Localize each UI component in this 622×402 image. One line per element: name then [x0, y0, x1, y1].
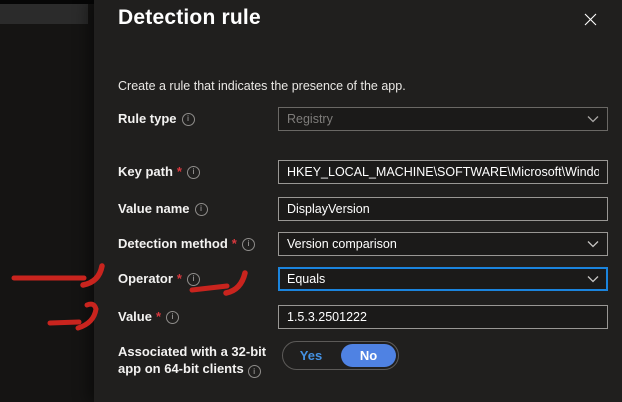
rule-type-value: Registry: [287, 112, 581, 126]
assoc-32bit-toggle[interactable]: Yes No: [282, 341, 399, 370]
required-marker: *: [156, 309, 161, 325]
info-icon[interactable]: i: [187, 273, 200, 286]
field-row-assoc-32bit: Associated with a 32-bit app on 64-bit c…: [118, 341, 608, 378]
key-path-label: Key path * i: [118, 164, 278, 180]
value-label: Value * i: [118, 309, 278, 325]
info-glyph: i: [193, 271, 195, 287]
field-row-operator: Operator * i Equals: [118, 267, 608, 291]
page-backdrop-toolbar: [0, 4, 88, 24]
info-glyph: i: [200, 201, 202, 217]
value-name-label: Value name i: [118, 201, 278, 217]
screenshot-root: { "panel": { "title": "Detection rule", …: [0, 0, 622, 402]
detection-method-label: Detection method * i: [118, 236, 278, 252]
page-title: Detection rule: [118, 6, 261, 30]
value-name-input[interactable]: [278, 197, 608, 221]
operator-label-text: Operator: [118, 271, 173, 287]
rule-type-label: Rule type i: [118, 111, 278, 127]
page-backdrop: [0, 0, 94, 402]
operator-label: Operator * i: [118, 271, 278, 287]
required-marker: *: [232, 236, 237, 252]
info-icon[interactable]: i: [166, 311, 179, 324]
info-glyph: i: [247, 236, 249, 252]
close-icon: [584, 13, 597, 26]
detection-method-label-text: Detection method: [118, 236, 228, 252]
field-row-key-path: Key path * i: [118, 160, 608, 184]
panel-description: Create a rule that indicates the presenc…: [118, 79, 406, 93]
rule-type-label-text: Rule type: [118, 111, 177, 127]
rule-type-dropdown[interactable]: Registry: [278, 107, 608, 131]
operator-value: Equals: [287, 272, 581, 286]
value-label-text: Value: [118, 309, 152, 325]
detection-method-value: Version comparison: [287, 237, 581, 251]
toggle-option-no[interactable]: No: [341, 344, 396, 367]
value-input[interactable]: [278, 305, 608, 329]
info-icon[interactable]: i: [187, 166, 200, 179]
detection-method-dropdown[interactable]: Version comparison: [278, 232, 608, 256]
field-row-detection-method: Detection method * i Version comparison: [118, 232, 608, 256]
assoc-32bit-label: Associated with a 32-bit app on 64-bit c…: [118, 341, 278, 378]
chevron-down-icon: [587, 240, 599, 248]
info-icon[interactable]: i: [242, 238, 255, 251]
required-marker: *: [177, 271, 182, 287]
field-row-value: Value * i: [118, 305, 608, 329]
required-marker: *: [177, 164, 182, 180]
key-path-label-text: Key path: [118, 164, 173, 180]
operator-dropdown[interactable]: Equals: [278, 267, 608, 291]
info-glyph: i: [253, 363, 255, 380]
field-row-rule-type: Rule type i Registry: [118, 107, 608, 131]
info-glyph: i: [187, 111, 189, 127]
info-icon[interactable]: i: [182, 113, 195, 126]
assoc-32bit-label-text: Associated with a 32-bit app on 64-bit c…: [118, 344, 266, 376]
info-glyph: i: [172, 309, 174, 325]
chevron-down-icon: [587, 115, 599, 123]
toggle-option-yes[interactable]: Yes: [283, 342, 339, 369]
value-name-label-text: Value name: [118, 201, 190, 217]
chevron-down-icon: [587, 275, 599, 283]
key-path-input[interactable]: [278, 160, 608, 184]
info-glyph: i: [193, 164, 195, 180]
close-button[interactable]: [582, 11, 598, 27]
detection-rule-panel: Detection rule Create a rule that indica…: [94, 0, 622, 402]
field-row-value-name: Value name i: [118, 197, 608, 221]
info-icon[interactable]: i: [248, 365, 261, 378]
info-icon[interactable]: i: [195, 203, 208, 216]
